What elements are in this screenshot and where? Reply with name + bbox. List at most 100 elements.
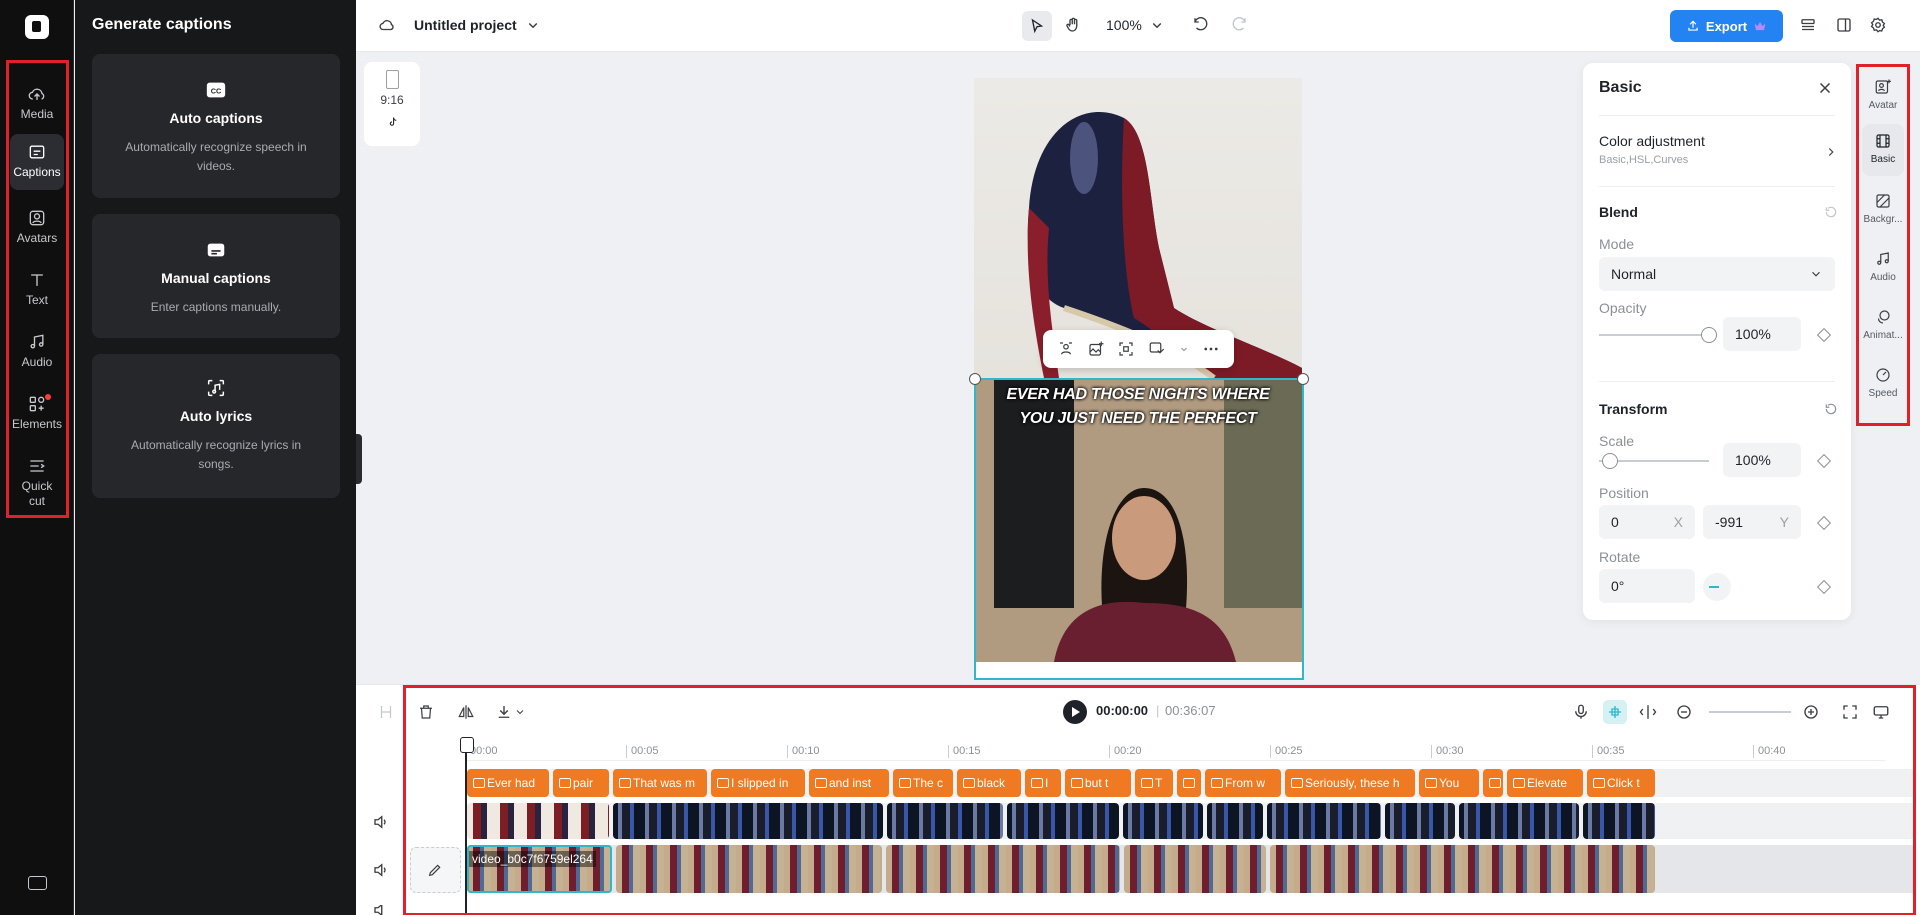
tiktok-icon (389, 117, 396, 126)
reset-icon[interactable] (1824, 205, 1838, 219)
opacity-input[interactable]: 100% (1723, 317, 1801, 351)
project-name[interactable]: Untitled project (414, 17, 517, 33)
hand-tool-icon[interactable] (1062, 14, 1084, 36)
card-desc: Enter captions manually. (150, 300, 282, 314)
rail-highlight-box (6, 60, 69, 518)
reset-icon[interactable] (1824, 402, 1838, 416)
cc-icon: CC (206, 82, 226, 98)
keyframe-diamond-icon[interactable] (1816, 579, 1832, 595)
rotate-input[interactable]: 0° (1599, 569, 1695, 603)
chevron-right-icon[interactable] (1824, 145, 1838, 159)
divider (1599, 186, 1835, 187)
track-volume-icon[interactable] (371, 860, 391, 880)
zoom-chevron-down-icon[interactable] (1146, 14, 1168, 36)
opacity-label: Opacity (1599, 300, 1647, 316)
position-x-input[interactable]: 0 X (1599, 505, 1695, 539)
scale-slider[interactable] (1599, 453, 1709, 469)
opacity-slider[interactable] (1599, 327, 1717, 343)
opacity-slider-knob[interactable] (1701, 327, 1717, 343)
resize-handle-top-right[interactable] (1297, 373, 1309, 385)
color-adjustment-label[interactable]: Color adjustment (1599, 133, 1705, 149)
y-axis-label: Y (1779, 514, 1789, 530)
panel-collapse-handle[interactable] (356, 434, 362, 484)
lyrics-icon (207, 379, 225, 397)
blend-mode-select[interactable]: Normal (1599, 257, 1835, 291)
divider (1599, 381, 1835, 382)
chevron-down-icon[interactable] (522, 14, 544, 36)
keyboard-icon[interactable] (28, 876, 47, 890)
track-volume-icon[interactable] (371, 905, 391, 915)
scale-label: Scale (1599, 433, 1635, 449)
phone-icon (385, 70, 399, 89)
card-auto-lyrics[interactable]: Auto lyrics Automatically recognize lyri… (92, 354, 340, 498)
color-adjustment-sub: Basic,HSL,Curves (1599, 154, 1689, 166)
card-title: Auto lyrics (179, 408, 253, 424)
chevron-down-icon (1812, 271, 1820, 277)
rotate-value: 0° (1611, 578, 1625, 594)
scale-value: 100% (1735, 452, 1771, 468)
undo-icon[interactable] (1190, 14, 1212, 36)
card-auto-captions[interactable]: CC Auto captions Automatically recognize… (92, 54, 340, 198)
card-title: Auto captions (169, 110, 263, 126)
floating-toolbar (1043, 330, 1234, 368)
left-rail: Media Captions Avatars Text Audio Elemen… (0, 0, 74, 915)
properties-title: Basic (1599, 79, 1642, 96)
resize-handle-top-left[interactable] (969, 373, 981, 385)
position-x-value: 0 (1611, 514, 1619, 530)
position-y-input[interactable]: -991 Y (1703, 505, 1801, 539)
aspect-ratio-picker[interactable]: 9:16 (364, 62, 420, 146)
x-axis-label: X (1673, 514, 1683, 530)
keyframe-diamond-icon[interactable] (1816, 515, 1832, 531)
svg-text:CC: CC (211, 87, 222, 96)
blend-mode-value: Normal (1611, 266, 1657, 282)
keyframe-diamond-icon[interactable] (1816, 327, 1832, 343)
crown-icon (1754, 21, 1766, 31)
mode-label: Mode (1599, 236, 1635, 252)
tools-highlight-box (1856, 64, 1910, 426)
redo-icon[interactable] (1228, 14, 1250, 36)
small-chevron-down-icon[interactable] (1178, 340, 1190, 358)
scale-slider-knob[interactable] (1602, 453, 1618, 469)
panel-toggle-icon[interactable] (1833, 14, 1855, 36)
remove-background-icon[interactable] (1057, 340, 1075, 358)
select-pointer-icon[interactable] (1022, 11, 1052, 41)
caption-line-2[interactable]: YOU JUST NEED THE PERFECT (974, 410, 1302, 428)
subtitle-icon (207, 243, 225, 257)
image-add-icon[interactable] (1087, 340, 1105, 358)
properties-panel: Basic Color adjustment Basic,HSL,Curves … (1583, 63, 1851, 620)
layers-icon[interactable] (1797, 14, 1819, 36)
zoom-level[interactable]: 100% (1106, 17, 1142, 33)
card-desc: Automatically recognize speech in videos… (125, 140, 307, 173)
keyframe-diamond-icon[interactable] (1816, 453, 1832, 469)
caption-line-1[interactable]: EVER HAD THOSE NIGHTS WHERE (974, 386, 1302, 404)
split-handle-icon[interactable] (376, 702, 396, 722)
timeline-panel: 00:00:00 | 00:36:07 00:00 00:05 00:10 00… (356, 684, 1920, 915)
more-options-icon[interactable] (1202, 340, 1220, 358)
export-button[interactable]: Export (1670, 10, 1783, 42)
card-manual-captions[interactable]: Manual captions Enter captions manually. (92, 214, 340, 338)
replace-media-icon[interactable] (1148, 340, 1166, 358)
timeline-highlight-box (403, 685, 1916, 915)
right-tool-rail: Avatar Basic Backgr... Audio Animat... S… (1856, 64, 1910, 426)
rotate-dial[interactable] (1703, 573, 1731, 601)
app-logo[interactable] (25, 15, 49, 39)
card-desc: Automatically recognize lyrics in songs. (130, 438, 302, 471)
card-title: Manual captions (161, 270, 271, 286)
ratio-label: 9:16 (380, 93, 404, 107)
blend-label: Blend (1599, 204, 1638, 220)
divider (1599, 115, 1835, 116)
close-icon[interactable] (1816, 79, 1834, 97)
crop-frame-icon[interactable] (1117, 340, 1135, 358)
transform-label: Transform (1599, 401, 1668, 417)
rotate-label: Rotate (1599, 549, 1641, 565)
export-label: Export (1705, 18, 1748, 34)
rotate-dial-indicator (1709, 586, 1719, 588)
track-volume-icon[interactable] (371, 812, 391, 832)
scale-input[interactable]: 100% (1723, 443, 1801, 477)
top-bar: Untitled project 100% Export (356, 0, 1920, 52)
cloud-icon[interactable] (376, 14, 398, 36)
captions-panel: Generate captions CC Auto captions Autom… (75, 0, 362, 915)
position-y-value: -991 (1715, 514, 1744, 530)
panel-title: Generate captions (92, 16, 232, 33)
settings-gear-icon[interactable] (1867, 14, 1889, 36)
